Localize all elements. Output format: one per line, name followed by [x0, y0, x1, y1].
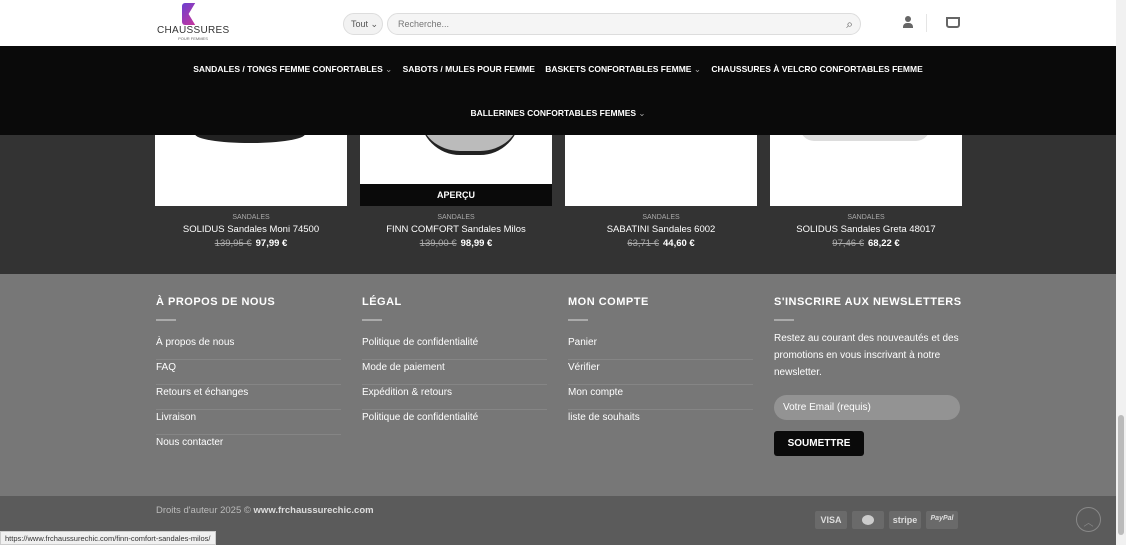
nav-label: SANDALES / TONGS FEMME CONFORTABLES — [193, 64, 383, 74]
main-nav: SANDALES / TONGS FEMME CONFORTABLES ⌄ SA… — [0, 46, 1116, 135]
divider — [362, 319, 382, 321]
product-price: 139,00 €98,99 € — [360, 238, 552, 249]
nav-item-velcro[interactable]: CHAUSSURES À VELCRO CONFORTABLES FEMME — [711, 64, 922, 74]
footer-about: À PROPOS DE NOUS À propos de nous FAQ Re… — [156, 296, 341, 460]
paypal-icon: PayPal — [926, 511, 958, 529]
product-image[interactable] — [770, 135, 962, 206]
footer-legal: LÉGAL Politique de confidentialité Mode … — [362, 296, 547, 435]
divider — [156, 319, 176, 321]
newsletter-text: Restez au courant des nouveautés et des … — [774, 333, 959, 378]
nav-label: BASKETS CONFORTABLES FEMME — [545, 64, 692, 74]
chevron-down-icon: ⌄ — [638, 108, 646, 118]
back-to-top-icon[interactable]: ︿ — [1076, 507, 1101, 532]
product-price: 63,71 € 44,60 € — [565, 238, 757, 249]
footer-link[interactable]: Politique de confidentialité — [362, 410, 547, 435]
footer: À PROPOS DE NOUS À propos de nous FAQ Re… — [0, 274, 1116, 496]
product-category[interactable]: SANDALES — [360, 214, 552, 221]
logo-text: CHAUSSURES — [157, 25, 230, 36]
footer-heading: À PROPOS DE NOUS — [156, 296, 276, 308]
stripe-icon: stripe — [889, 511, 921, 529]
search-input[interactable]: Recherche... ⌕ — [387, 13, 861, 35]
footer-account: MON COMPTE Panier Vérifier Mon compte li… — [568, 296, 753, 435]
product-name[interactable]: FINN COMFORT Sandales Milos — [360, 224, 552, 235]
old-price: 63,71 € — [627, 238, 659, 249]
footer-link[interactable]: À propos de nous — [156, 335, 341, 360]
product-image[interactable]: APERÇU — [360, 135, 552, 206]
footer-link[interactable]: Livraison — [156, 410, 341, 435]
chevron-down-icon: ⌄ — [370, 19, 379, 29]
product-card[interactable]: SANDALES SABATINI Sandales 6002 63,71 € 4… — [565, 135, 757, 249]
quick-view-button[interactable]: APERÇU — [360, 184, 552, 206]
product-card[interactable]: APERÇU SANDALES FINN COMFORT Sandales Mi… — [360, 135, 552, 249]
scrollbar-thumb[interactable] — [1118, 415, 1124, 535]
product-name[interactable]: SOLIDUS Sandales Moni 74500 — [155, 224, 347, 235]
sale-price: 98,99 € — [460, 238, 493, 249]
old-price: 139,00 € — [419, 238, 457, 249]
search-icon[interactable]: ⌕ — [846, 17, 853, 32]
product-row: SANDALES SOLIDUS Sandales Moni 74500 139… — [0, 135, 1116, 274]
email-input[interactable]: Votre Email (requis) — [774, 395, 960, 420]
product-price: 139,95 €97,99 € — [155, 238, 347, 249]
cart-icon[interactable] — [946, 17, 960, 28]
scrollbar[interactable] — [1116, 0, 1126, 545]
footer-link[interactable]: Mon compte — [568, 385, 753, 410]
divider — [926, 14, 927, 32]
copyright: Droits d'auteur 2025 © www.frchaussurech… — [156, 505, 374, 516]
sale-price: 97,99 € — [255, 238, 288, 249]
chevron-down-icon: ⌄ — [385, 64, 393, 74]
footer-link[interactable]: FAQ — [156, 360, 341, 385]
old-price: 139,95 € — [214, 238, 252, 249]
divider — [774, 319, 794, 321]
footer-link[interactable]: Politique de confidentialité — [362, 335, 547, 360]
logo-subtext: POUR FEMMES — [178, 36, 208, 41]
footer-heading: LÉGAL — [362, 296, 402, 308]
nav-label: CHAUSSURES À VELCRO CONFORTABLES FEMME — [711, 64, 923, 74]
product-category[interactable]: SANDALES — [770, 214, 962, 221]
footer-link[interactable]: liste de souhaits — [568, 410, 753, 435]
footer-link[interactable]: Expédition & retours — [362, 385, 547, 410]
footer-link[interactable]: Panier — [568, 335, 753, 360]
category-select-value: Tout — [351, 19, 369, 29]
product-name[interactable]: SABATINI Sandales 6002 — [565, 224, 757, 235]
logo-mark-icon — [182, 3, 196, 25]
submit-button[interactable]: SOUMETTRE — [774, 431, 864, 456]
search-placeholder: Recherche... — [398, 19, 450, 29]
nav-label: BALLERINES CONFORTABLES FEMMES — [470, 108, 637, 118]
footer-link[interactable]: Mode de paiement — [362, 360, 547, 385]
site-link[interactable]: www.frchaussurechic.com — [254, 505, 374, 516]
copyright-text: Droits d'auteur 2025 © — [156, 505, 254, 516]
footer-newsletter: S'INSCRIRE AUX NEWSLETTERS Restez au cou… — [774, 296, 964, 456]
product-category[interactable]: SANDALES — [565, 214, 757, 221]
nav-item-baskets[interactable]: BASKETS CONFORTABLES FEMME ⌄ — [545, 64, 701, 74]
old-price: 97,46 € — [832, 238, 864, 249]
footer-link[interactable]: Vérifier — [568, 360, 753, 385]
sale-price: 68,22 € — [868, 238, 900, 249]
product-category[interactable]: SANDALES — [155, 214, 347, 221]
mastercard-icon — [852, 511, 884, 529]
visa-icon: VISA — [815, 511, 847, 529]
nav-item-ballerines[interactable]: BALLERINES CONFORTABLES FEMMES ⌄ — [470, 108, 645, 118]
sale-price: 44,60 € — [663, 238, 695, 249]
product-card[interactable]: SANDALES SOLIDUS Sandales Greta 48017 97… — [770, 135, 962, 249]
footer-link[interactable]: Nous contacter — [156, 435, 341, 460]
footer-heading: MON COMPTE — [568, 296, 649, 308]
site-header: CHAUSSURES POUR FEMMES Tout ⌄ Recherche.… — [0, 0, 1116, 46]
product-image[interactable] — [155, 135, 347, 206]
nav-label: SABOTS / MULES POUR FEMME — [402, 64, 535, 74]
product-image[interactable] — [565, 135, 757, 206]
product-card[interactable]: SANDALES SOLIDUS Sandales Moni 74500 139… — [155, 135, 347, 249]
chevron-down-icon: ⌄ — [693, 64, 701, 74]
logo[interactable]: CHAUSSURES POUR FEMMES — [157, 3, 229, 43]
category-select[interactable]: Tout ⌄ — [343, 13, 383, 35]
footer-heading: S'INSCRIRE AUX NEWSLETTERS — [774, 296, 962, 308]
product-name[interactable]: SOLIDUS Sandales Greta 48017 — [770, 224, 962, 235]
status-bar-url: https://www.frchaussurechic.com/finn-com… — [0, 531, 216, 545]
divider — [568, 319, 588, 321]
account-icon[interactable] — [902, 16, 914, 29]
product-price: 97,46 € 68,22 € — [770, 238, 962, 249]
nav-item-sabots[interactable]: SABOTS / MULES POUR FEMME — [403, 64, 535, 74]
footer-link[interactable]: Retours et échanges — [156, 385, 341, 410]
nav-item-sandales[interactable]: SANDALES / TONGS FEMME CONFORTABLES ⌄ — [193, 64, 392, 74]
